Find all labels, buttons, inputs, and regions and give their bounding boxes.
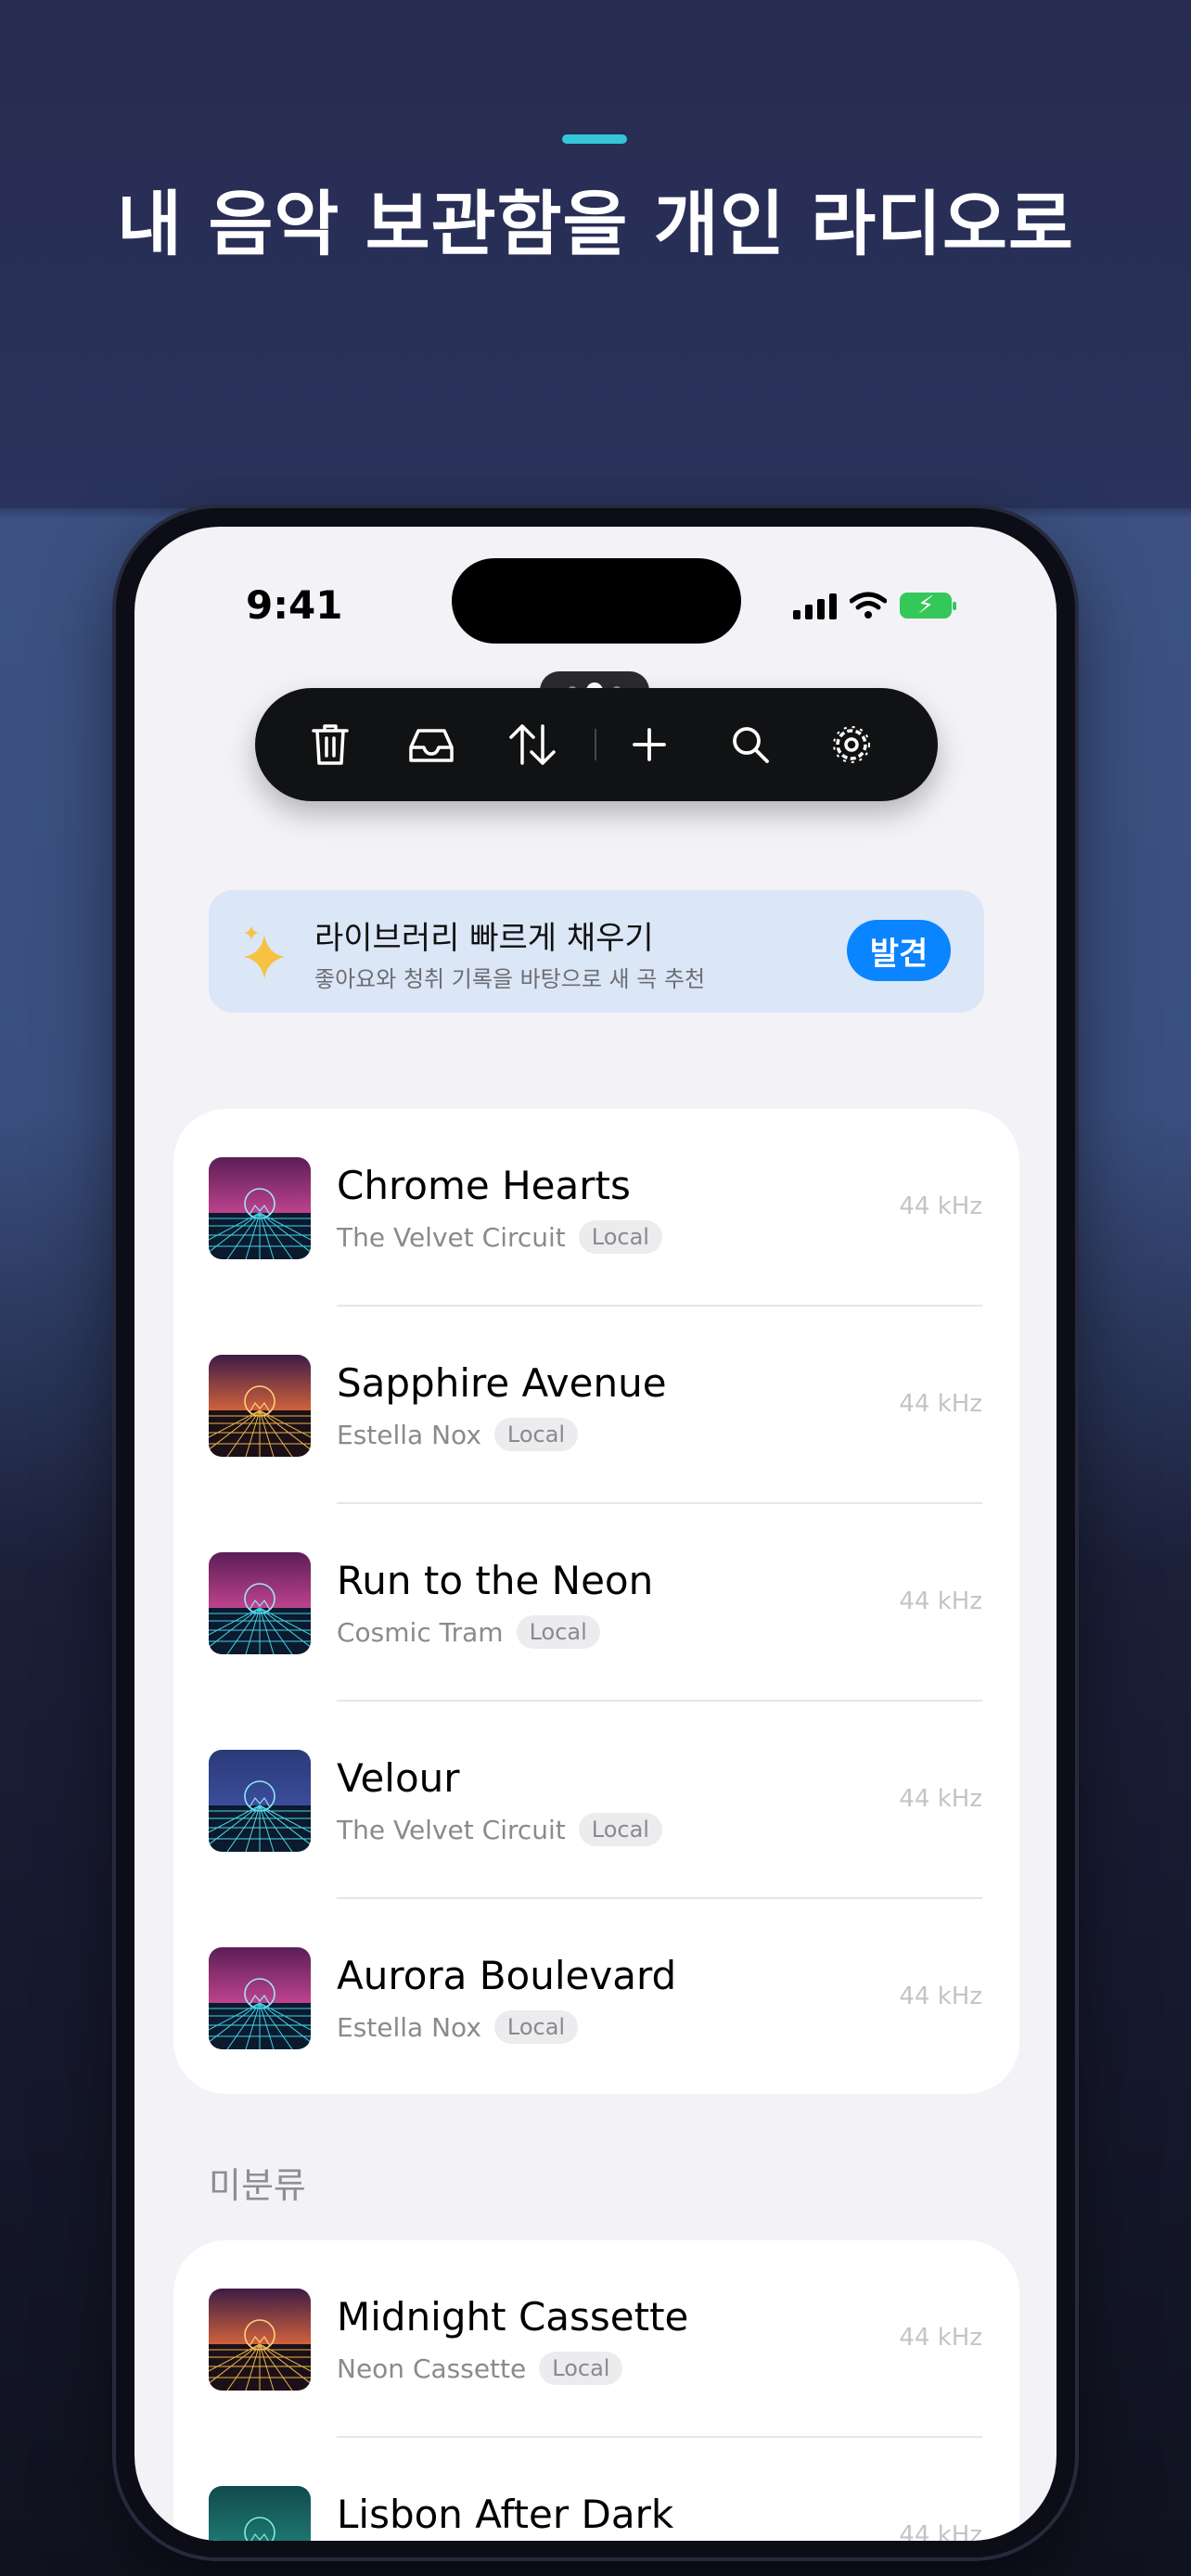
track-row[interactable]: Run to the Neon Cosmic Tram Local 44 kHz bbox=[173, 1504, 1019, 1702]
search-button[interactable] bbox=[722, 716, 779, 773]
track-meta: Estella Nox Local bbox=[337, 2010, 579, 2044]
source-badge: Local bbox=[578, 1220, 662, 1254]
delete-button[interactable] bbox=[301, 716, 359, 773]
discover-promo-banner[interactable]: 라이브러리 빠르게 채우기 좋아요와 청취 기록을 바탕으로 새 곡 추천 발견 bbox=[209, 890, 984, 1013]
track-title: Chrome Hearts bbox=[337, 1163, 631, 1208]
sample-rate: 44 kHz bbox=[899, 2521, 982, 2541]
search-icon bbox=[733, 727, 769, 763]
battery-icon: ⚡ bbox=[900, 593, 956, 618]
track-artist: Estella Nox bbox=[337, 2011, 481, 2043]
track-row[interactable]: Lisbon After Dark 44 kHz bbox=[173, 2438, 1019, 2541]
toolbar-divider bbox=[595, 729, 596, 760]
track-artist: Neon Cassette bbox=[337, 2353, 527, 2384]
track-artist: The Velvet Circuit bbox=[337, 1814, 566, 1845]
inbox-icon bbox=[409, 729, 454, 762]
promo-subtitle: 좋아요와 청취 기록을 바탕으로 새 곡 추천 bbox=[314, 966, 706, 992]
track-row[interactable]: Chrome Hearts The Velvet Circuit Local 4… bbox=[173, 1109, 1019, 1307]
track-artist: The Velvet Circuit bbox=[337, 1221, 566, 1253]
sample-rate: 44 kHz bbox=[899, 1983, 982, 2010]
toolbar bbox=[255, 688, 938, 801]
add-button[interactable] bbox=[621, 716, 678, 773]
uncategorized-track-list: Midnight Cassette Neon Cassette Local 44… bbox=[173, 2240, 1019, 2541]
discover-button[interactable]: 발견 bbox=[847, 920, 951, 981]
sparkle-icon bbox=[244, 925, 285, 979]
track-meta: The Velvet Circuit Local bbox=[337, 1220, 662, 1254]
cellular-signal-icon bbox=[793, 592, 837, 619]
source-badge: Local bbox=[493, 1418, 579, 1451]
dynamic-island bbox=[452, 558, 741, 644]
settings-icon bbox=[833, 726, 870, 763]
track-meta: The Velvet Circuit Local bbox=[337, 1813, 662, 1846]
sort-button[interactable] bbox=[504, 716, 561, 773]
track-title: Aurora Boulevard bbox=[337, 1953, 677, 1998]
track-title: Sapphire Avenue bbox=[337, 1360, 667, 1406]
track-meta: Estella Nox Local bbox=[337, 1418, 579, 1451]
track-row[interactable]: Sapphire Avenue Estella Nox Local 44 kHz bbox=[173, 1307, 1019, 1504]
sample-rate: 44 kHz bbox=[899, 1785, 982, 1813]
source-badge: Local bbox=[578, 1813, 662, 1846]
sample-rate: 44 kHz bbox=[899, 2324, 982, 2352]
track-row[interactable]: Midnight Cassette Neon Cassette Local 44… bbox=[173, 2240, 1019, 2438]
track-title: Velour bbox=[337, 1755, 460, 1801]
library-track-list: Chrome Hearts The Velvet Circuit Local 4… bbox=[173, 1109, 1019, 2094]
inbox-button[interactable] bbox=[403, 716, 460, 773]
phone-screen: 9:41 ⚡ 라이브러리 빠르게 채우기 좋아요와 청취 기록을 바탕으로 새 … bbox=[134, 527, 1057, 2541]
album-art bbox=[209, 1355, 311, 1457]
track-title: Run to the Neon bbox=[337, 1558, 654, 1603]
track-row[interactable]: Aurora Boulevard Estella Nox Local 44 kH… bbox=[173, 1899, 1019, 2094]
track-row[interactable]: Velour The Velvet Circuit Local 44 kHz bbox=[173, 1702, 1019, 1899]
sample-rate: 44 kHz bbox=[899, 1192, 982, 1220]
section-header-uncategorized: 미분류 bbox=[209, 2165, 306, 2206]
album-art bbox=[209, 1947, 311, 2049]
track-meta: Cosmic Tram Local bbox=[337, 1615, 600, 1649]
track-artist: Cosmic Tram bbox=[337, 1616, 504, 1648]
track-meta: Neon Cassette Local bbox=[337, 2352, 623, 2385]
phone-frame: 9:41 ⚡ 라이브러리 빠르게 채우기 좋아요와 청취 기록을 바탕으로 새 … bbox=[116, 508, 1075, 2557]
album-art bbox=[209, 2289, 311, 2391]
track-title: Lisbon After Dark bbox=[337, 2492, 674, 2537]
source-badge: Local bbox=[516, 1615, 600, 1649]
trash-icon bbox=[312, 724, 349, 765]
wifi-icon bbox=[850, 592, 887, 618]
promo-title: 라이브러리 빠르게 채우기 bbox=[314, 920, 654, 957]
status-icons: ⚡ bbox=[793, 592, 956, 619]
headline: 내 음악 보관함을 개인 라디오로 bbox=[117, 183, 1074, 265]
track-title: Midnight Cassette bbox=[337, 2294, 689, 2340]
album-art bbox=[209, 2486, 311, 2541]
accent-bar bbox=[562, 134, 627, 144]
settings-button[interactable] bbox=[823, 716, 880, 773]
album-art bbox=[209, 1552, 311, 1654]
source-badge: Local bbox=[493, 2010, 579, 2044]
sort-icon bbox=[509, 724, 556, 765]
source-badge: Local bbox=[539, 2352, 623, 2385]
sample-rate: 44 kHz bbox=[899, 1390, 982, 1418]
add-icon bbox=[633, 728, 666, 761]
sample-rate: 44 kHz bbox=[899, 1588, 982, 1615]
status-time: 9:41 bbox=[246, 582, 343, 628]
album-art bbox=[209, 1157, 311, 1259]
album-art bbox=[209, 1750, 311, 1852]
track-artist: Estella Nox bbox=[337, 1419, 481, 1450]
